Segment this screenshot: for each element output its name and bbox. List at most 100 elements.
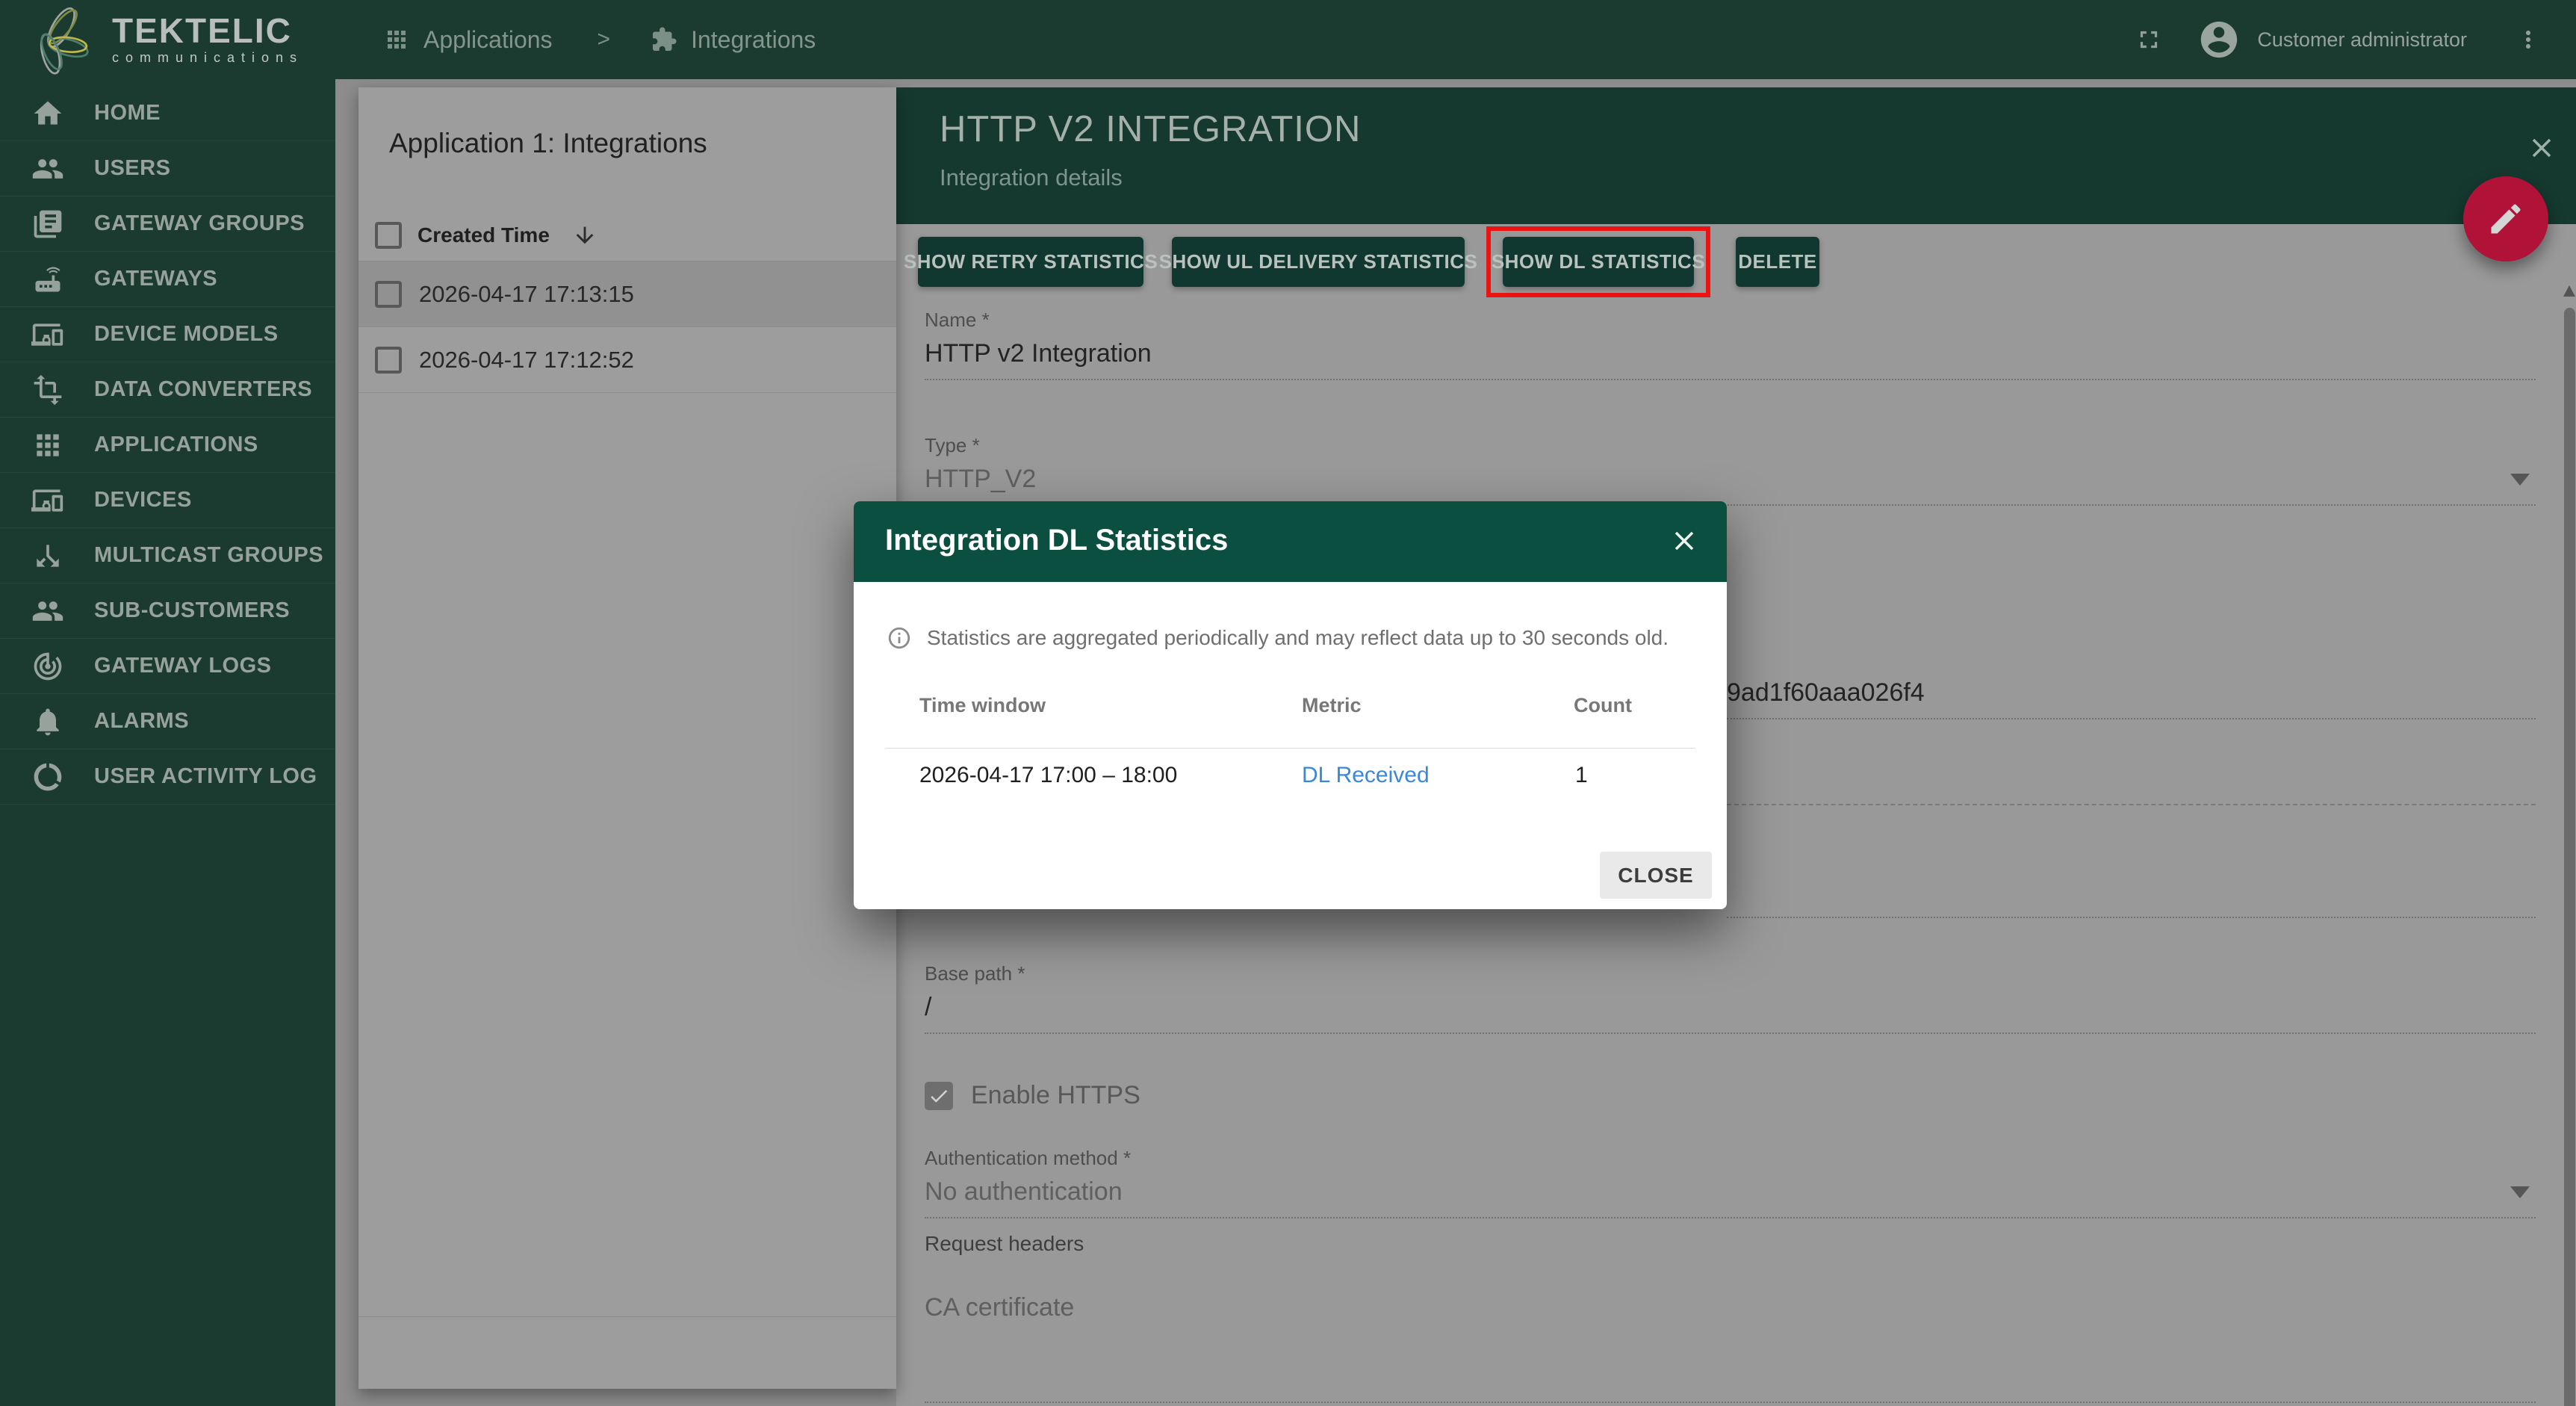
apps-grid-icon (383, 26, 410, 53)
sidebar-item-sub-customers[interactable]: SUB-CUSTOMERS (0, 583, 335, 639)
brand-name: TEKTELIC (112, 13, 303, 48)
row-checkbox[interactable] (375, 347, 402, 374)
brand-text: TEKTELIC communications (112, 13, 303, 66)
breadcrumb-separator: > (598, 27, 611, 52)
select-all-checkbox[interactable] (375, 222, 402, 249)
ca-certificate-input[interactable]: CA certificate (925, 1286, 2536, 1403)
sidebar-item-devices[interactable]: DEVICES (0, 473, 335, 528)
created-time-column-header[interactable]: Created Time (418, 223, 550, 247)
brand-logo: TEKTELIC communications (0, 2, 335, 77)
sidebar-item-label: DEVICE MODELS (94, 322, 279, 347)
router-icon (31, 263, 64, 296)
sidebar-item-user-activity-log[interactable]: USER ACTIVITY LOG (0, 749, 335, 805)
detail-action-buttons: SHOW RETRY STATISTICS SHOW UL DELIVERY S… (918, 226, 1819, 297)
show-retry-statistics-button[interactable]: SHOW RETRY STATISTICS (918, 237, 1143, 287)
type-value: HTTP_V2 (925, 465, 1036, 493)
sidebar-item-label: USER ACTIVITY LOG (94, 764, 317, 789)
column-header-count: Count (1574, 694, 1632, 717)
show-ul-delivery-statistics-button[interactable]: SHOW UL DELIVERY STATISTICS (1172, 237, 1465, 287)
row-created-time: 2026-04-17 17:13:15 (419, 281, 634, 308)
sidebar-item-device-models[interactable]: DEVICE MODELS (0, 307, 335, 362)
brand-tagline: communications (112, 50, 303, 66)
sidebar-item-applications[interactable]: APPLICATIONS (0, 418, 335, 473)
pencil-icon (2486, 199, 2525, 238)
gateway-groups-icon (31, 208, 64, 241)
topbar-controls: Customer administrator (2135, 18, 2576, 61)
row-created-time: 2026-04-17 17:12:52 (419, 347, 634, 374)
clover-logo-icon (13, 2, 109, 77)
sidebar-item-gateway-groups[interactable]: GATEWAY GROUPS (0, 196, 335, 252)
enable-https-label: Enable HTTPS (971, 1081, 1140, 1110)
multicast-icon (31, 539, 64, 572)
sidebar-item-label: ALARMS (94, 709, 189, 734)
sidebar-nav: HOME USERS GATEWAY GROUPS GATEWAYS DEVIC… (0, 79, 335, 1406)
type-select: HTTP_V2 (925, 457, 2536, 506)
device-models-icon (31, 318, 64, 351)
sidebar-item-alarms[interactable]: ALARMS (0, 694, 335, 749)
show-dl-statistics-button[interactable]: SHOW DL STATISTICS (1503, 237, 1694, 287)
table-row[interactable]: 2026-04-17 17:12:52 (359, 327, 896, 393)
dl-statistics-dialog: Integration DL Statistics Statistics are… (854, 501, 1727, 909)
sidebar-item-gateway-logs[interactable]: GATEWAY LOGS (0, 639, 335, 694)
scrollbar (2563, 278, 2576, 1406)
auth-method-label: Authentication method * (925, 1147, 2536, 1170)
transform-icon (31, 374, 64, 406)
stat-row-count: 1 (1575, 763, 1588, 788)
url-field-visible-part: 9ad1f60aaa026f4 (1727, 671, 2536, 719)
breadcrumb: Applications > Integrations (383, 26, 816, 54)
sidebar-item-users[interactable]: USERS (0, 141, 335, 196)
breadcrumb-applications[interactable]: Applications (423, 26, 553, 54)
sidebar-item-label: DEVICES (94, 488, 192, 512)
base-path-field: Base path * / (925, 962, 2536, 1034)
integrations-list-panel: Application 1: Integrations Created Time… (359, 87, 896, 1389)
sidebar-item-multicast-groups[interactable]: MULTICAST GROUPS (0, 528, 335, 583)
sidebar-item-label: GATEWAY GROUPS (94, 211, 305, 236)
list-panel-title: Application 1: Integrations (389, 128, 707, 159)
users-icon (31, 152, 64, 185)
dialog-info-text: Statistics are aggregated periodically a… (927, 626, 1669, 650)
table-divider (885, 748, 1695, 749)
url-input[interactable]: 9ad1f60aaa026f4 (1727, 671, 2536, 719)
sidebar-item-gateways[interactable]: GATEWAYS (0, 252, 335, 307)
detail-title: HTTP V2 INTEGRATION (940, 108, 1361, 150)
gateway-logs-icon (31, 650, 64, 683)
stat-row-metric-link[interactable]: DL Received (1302, 763, 1430, 788)
bell-icon (31, 705, 64, 738)
dialog-info-note: Statistics are aggregated periodically a… (887, 625, 1669, 651)
table-header-row: Created Time (359, 209, 896, 261)
info-icon (887, 625, 912, 651)
request-headers-label: Request headers (925, 1232, 1084, 1256)
field-underline (1727, 917, 2536, 918)
name-input[interactable]: HTTP v2 Integration (925, 332, 2536, 380)
table-row[interactable]: 2026-04-17 17:13:15 (359, 261, 896, 327)
more-vert-icon[interactable] (2515, 26, 2542, 53)
dialog-close-button[interactable]: CLOSE (1600, 852, 1712, 899)
puzzle-icon (651, 26, 677, 53)
home-icon (31, 97, 64, 130)
sidebar-item-label: DATA CONVERTERS (94, 377, 312, 402)
fullscreen-icon[interactable] (2135, 25, 2163, 54)
chevron-down-icon (2510, 474, 2530, 486)
base-path-input[interactable]: / (925, 985, 2536, 1034)
sidebar-item-home[interactable]: HOME (0, 86, 335, 141)
app-screen: TEKTELIC communications Applications > I… (0, 0, 2576, 1406)
type-label: Type * (925, 434, 2536, 457)
user-avatar-icon[interactable] (2197, 18, 2241, 61)
sidebar-item-label: USERS (94, 156, 170, 181)
edit-fab-button[interactable] (2463, 176, 2548, 261)
scrollbar-up-arrow[interactable] (2563, 285, 2575, 297)
row-checkbox[interactable] (375, 281, 402, 308)
breadcrumb-integrations: Integrations (691, 26, 816, 54)
dialog-title: Integration DL Statistics (885, 524, 1228, 557)
dialog-header: Integration DL Statistics (854, 501, 1727, 582)
delete-button[interactable]: DELETE (1736, 237, 1819, 287)
close-icon[interactable] (2526, 132, 2557, 164)
field-underline (1727, 804, 2536, 805)
close-icon[interactable] (1669, 525, 1700, 557)
sort-desc-arrow-icon[interactable] (572, 223, 598, 248)
user-name: Customer administrator (2257, 28, 2467, 52)
chevron-down-icon (2510, 1186, 2530, 1198)
name-field: Name * HTTP v2 Integration (925, 309, 2536, 380)
sidebar-item-data-converters[interactable]: DATA CONVERTERS (0, 362, 335, 418)
scrollbar-thumb[interactable] (2564, 308, 2575, 1406)
